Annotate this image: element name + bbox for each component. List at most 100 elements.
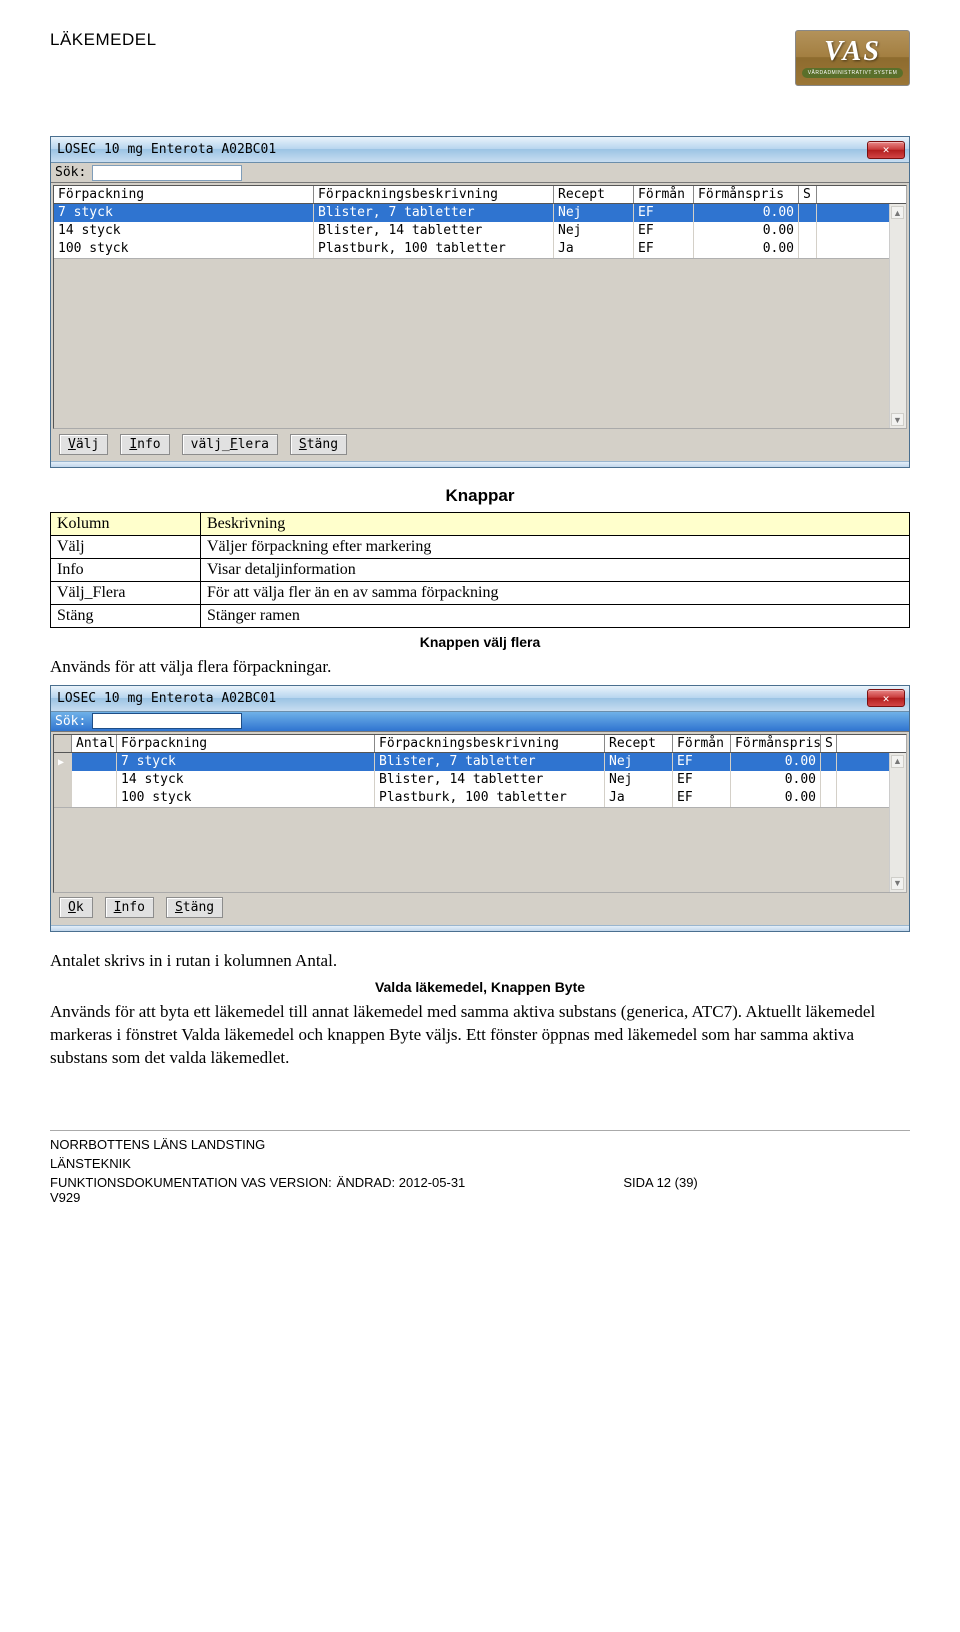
cell: Ja bbox=[605, 789, 673, 807]
cell: 14 styck bbox=[54, 222, 314, 240]
button-bar: Välj Info välj_Flera Stäng bbox=[53, 429, 907, 459]
cell: Nej bbox=[605, 753, 673, 771]
valj-flera-button[interactable]: välj_Flera bbox=[182, 434, 278, 455]
col-forman[interactable]: Förmån bbox=[634, 186, 694, 203]
search-label: Sök: bbox=[55, 165, 86, 180]
cell: Plastburk, 100 tabletter bbox=[375, 789, 605, 807]
table-row[interactable]: 100 styck Plastburk, 100 tabletter Ja EF… bbox=[54, 789, 906, 807]
cell-antal[interactable] bbox=[72, 753, 117, 771]
window-status-strip bbox=[51, 461, 909, 467]
cell: Nej bbox=[554, 204, 634, 222]
cell: EF bbox=[673, 753, 731, 771]
col-recept[interactable]: Recept bbox=[605, 735, 673, 752]
scrollbar[interactable]: ▲ ▼ bbox=[889, 204, 906, 428]
cell: 0.00 bbox=[694, 240, 799, 258]
cell: EF bbox=[634, 204, 694, 222]
table-row[interactable]: 14 styck Blister, 14 tabletter Nej EF 0.… bbox=[54, 222, 906, 240]
window-title: LOSEC 10 mg Enterota A02BC01 bbox=[57, 691, 276, 706]
table-row[interactable]: 14 styck Blister, 14 tabletter Nej EF 0.… bbox=[54, 771, 906, 789]
col-s[interactable]: S bbox=[799, 186, 817, 203]
section-knappar-title: Knappar bbox=[50, 486, 910, 506]
cell: 0.00 bbox=[694, 204, 799, 222]
footer-changed: ÄNDRAD: 2012-05-31 bbox=[337, 1175, 624, 1205]
search-label: Sök: bbox=[55, 714, 86, 729]
search-input[interactable] bbox=[92, 713, 242, 729]
cell: Nej bbox=[554, 222, 634, 240]
col-forpackning[interactable]: Förpackning bbox=[117, 735, 375, 752]
col-recept[interactable]: Recept bbox=[554, 186, 634, 203]
footer-line2: LÄNSTEKNIK bbox=[50, 1156, 910, 1171]
grid-empty-area: ▲ ▼ bbox=[54, 258, 906, 428]
scroll-up-icon[interactable]: ▲ bbox=[891, 755, 904, 768]
grid-empty-area: ▲ ▼ bbox=[54, 807, 906, 892]
th-beskrivning: Beskrivning bbox=[201, 513, 910, 536]
cell: 7 styck bbox=[117, 753, 375, 771]
subheading-valj-flera: Knappen välj flera bbox=[50, 634, 910, 650]
para-antal: Antalet skrivs in i rutan i kolumnen Ant… bbox=[50, 950, 910, 973]
cell: För att välja fler än en av samma förpac… bbox=[201, 582, 910, 605]
button-bar: Ok Info Stäng bbox=[53, 893, 907, 923]
scrollbar[interactable]: ▲ ▼ bbox=[889, 753, 906, 892]
ok-button[interactable]: Ok bbox=[59, 897, 93, 918]
window-titlebar[interactable]: LOSEC 10 mg Enterota A02BC01 ✕ bbox=[51, 686, 909, 712]
cell bbox=[821, 753, 837, 771]
info-button[interactable]: Info bbox=[105, 897, 154, 918]
cell: EF bbox=[673, 771, 731, 789]
stang-button[interactable]: Stäng bbox=[166, 897, 223, 918]
cell: Nej bbox=[605, 771, 673, 789]
col-forpackning[interactable]: Förpackning bbox=[54, 186, 314, 203]
info-button[interactable]: Info bbox=[120, 434, 169, 455]
cell: Blister, 14 tabletter bbox=[314, 222, 554, 240]
col-forman[interactable]: Förmån bbox=[673, 735, 731, 752]
col-beskrivning[interactable]: Förpackningsbeskrivning bbox=[375, 735, 605, 752]
package-grid: Förpackning Förpackningsbeskrivning Rece… bbox=[53, 185, 907, 429]
col-formanspris[interactable]: Förmånspris bbox=[731, 735, 821, 752]
close-icon[interactable]: ✕ bbox=[867, 689, 905, 707]
cell: 100 styck bbox=[117, 789, 375, 807]
logo-tagline: VÅRDADMINISTRATIVT SYSTEM bbox=[802, 68, 904, 78]
cell bbox=[799, 240, 817, 258]
close-icon[interactable]: ✕ bbox=[867, 141, 905, 159]
table-row[interactable]: 100 styck Plastburk, 100 tabletter Ja EF… bbox=[54, 240, 906, 258]
cell: Blister, 14 tabletter bbox=[375, 771, 605, 789]
window-titlebar[interactable]: LOSEC 10 mg Enterota A02BC01 ✕ bbox=[51, 137, 909, 163]
knappar-table: Kolumn Beskrivning VäljVäljer förpacknin… bbox=[50, 512, 910, 628]
grid-header: Antal Förpackning Förpackningsbeskrivnin… bbox=[54, 735, 906, 753]
cell: Blister, 7 tabletter bbox=[314, 204, 554, 222]
cell: 0.00 bbox=[731, 753, 821, 771]
scroll-down-icon[interactable]: ▼ bbox=[891, 413, 904, 426]
cell: Visar detaljinformation bbox=[201, 559, 910, 582]
footer-version: FUNKTIONSDOKUMENTATION VAS VERSION: V929 bbox=[50, 1175, 337, 1205]
grid-header: Förpackning Förpackningsbeskrivning Rece… bbox=[54, 186, 906, 204]
search-input[interactable] bbox=[92, 165, 242, 181]
cell bbox=[821, 771, 837, 789]
cell: Välj_Flera bbox=[51, 582, 201, 605]
table-row[interactable]: ▶ 7 styck Blister, 7 tabletter Nej EF 0.… bbox=[54, 753, 906, 771]
cell: Välj bbox=[51, 536, 201, 559]
package-grid-antal: Antal Förpackning Förpackningsbeskrivnin… bbox=[53, 734, 907, 893]
scroll-up-icon[interactable]: ▲ bbox=[891, 206, 904, 219]
window-status-strip bbox=[51, 925, 909, 931]
cell-antal[interactable] bbox=[72, 771, 117, 789]
table-row[interactable]: 7 styck Blister, 7 tabletter Nej EF 0.00 bbox=[54, 204, 906, 222]
row-marker-icon: ▶ bbox=[54, 753, 72, 771]
scroll-down-icon[interactable]: ▼ bbox=[891, 877, 904, 890]
cell: 14 styck bbox=[117, 771, 375, 789]
cell: Stäng bbox=[51, 605, 201, 628]
col-formanspris[interactable]: Förmånspris bbox=[694, 186, 799, 203]
window-forpackning-2: LOSEC 10 mg Enterota A02BC01 ✕ Sök: Anta… bbox=[50, 685, 910, 932]
cell-antal[interactable] bbox=[72, 789, 117, 807]
cell: EF bbox=[673, 789, 731, 807]
cell: 100 styck bbox=[54, 240, 314, 258]
col-antal[interactable]: Antal bbox=[72, 735, 117, 752]
subheading-byte: Valda läkemedel, Knappen Byte bbox=[50, 979, 910, 995]
search-bar: Sök: bbox=[51, 163, 909, 183]
table-row: VäljVäljer förpackning efter markering bbox=[51, 536, 910, 559]
cell: 0.00 bbox=[694, 222, 799, 240]
col-beskrivning[interactable]: Förpackningsbeskrivning bbox=[314, 186, 554, 203]
col-s[interactable]: S bbox=[821, 735, 837, 752]
stang-button[interactable]: Stäng bbox=[290, 434, 347, 455]
page-header: LÄKEMEDEL VAS VÅRDADMINISTRATIVT SYSTEM bbox=[50, 30, 910, 86]
vas-logo: VAS VÅRDADMINISTRATIVT SYSTEM bbox=[795, 30, 910, 86]
valj-button[interactable]: Välj bbox=[59, 434, 108, 455]
